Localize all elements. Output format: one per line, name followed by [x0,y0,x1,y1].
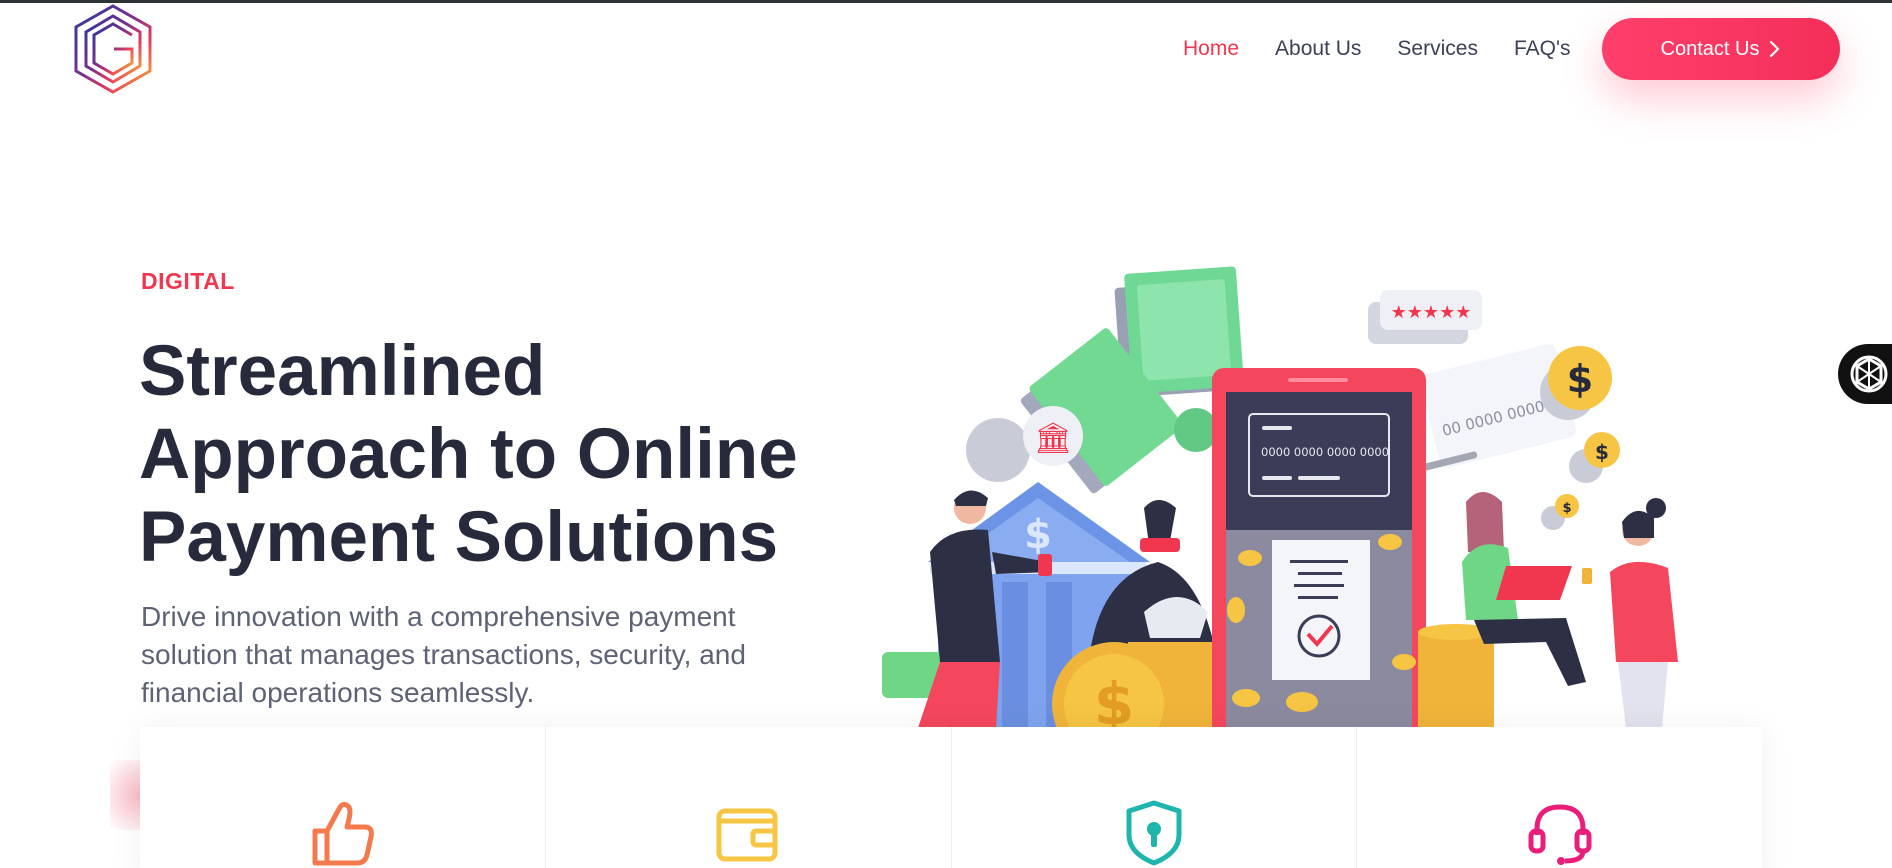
headset-icon [1528,804,1592,865]
hexagon-logo-icon [74,4,152,94]
openai-logo-icon [1850,355,1888,393]
feature-card-3[interactable] [952,727,1358,868]
nav-home[interactable]: Home [1183,37,1239,61]
hero-eyebrow: DIGITAL [141,268,235,294]
side-chat-widget[interactable] [1838,344,1892,404]
chevron-right-icon [1770,40,1780,58]
svg-text:$: $ [1595,440,1609,464]
hero-headline: Streamlined Approach to Online Payment S… [139,330,839,579]
contact-us-button[interactable]: Contact Us [1602,18,1840,80]
nav-faqs[interactable]: FAQ's [1514,37,1571,61]
logo-link[interactable] [70,3,156,95]
thumbs-up-icon [312,801,375,866]
headline-line-2: Approach to Online [139,415,798,494]
feature-card-2[interactable] [546,727,952,868]
payment-scene: ★★★★★ 00 0000 0000 $ $ $ $ 🏛 $ 0000 0000… [882,266,1678,728]
rating-bubble: ★★★★★ [1368,290,1482,344]
headline-line-1: Streamlined [139,332,546,411]
headline-line-3: Payment Solutions [139,498,779,577]
nav-services[interactable]: Services [1397,37,1478,61]
svg-text:$: $ [1094,670,1134,728]
nav-about-us[interactable]: About Us [1275,37,1361,61]
wallet-icon [716,808,778,862]
feature-card-4[interactable] [1357,727,1762,868]
feature-cards [140,727,1762,868]
svg-text:🏛: 🏛 [1034,421,1072,456]
phone-device: 0000 0000 0000 0000 [1212,368,1426,728]
hero-subtext: Drive innovation with a comprehensive pa… [141,601,746,708]
site-header: Home About Us Services FAQ's Contact Us [0,3,1892,95]
svg-text:$: $ [1024,512,1052,558]
payment-illustration: ★★★★★ 00 0000 0000 $ $ $ $ 🏛 $ 0000 0000… [878,262,1718,728]
card-number: 0000 0000 0000 0000 [1261,445,1389,459]
woman-figure [1582,498,1678,728]
star-rating: ★★★★★ [1391,302,1472,323]
contact-us-label: Contact Us [1660,37,1760,60]
feature-card-1[interactable] [140,727,546,868]
svg-text:$: $ [1562,501,1571,516]
shield-lock-icon [1126,800,1182,866]
main-nav: Home About Us Services FAQ's [1183,37,1606,61]
dollar-symbol: $ [1567,357,1593,401]
